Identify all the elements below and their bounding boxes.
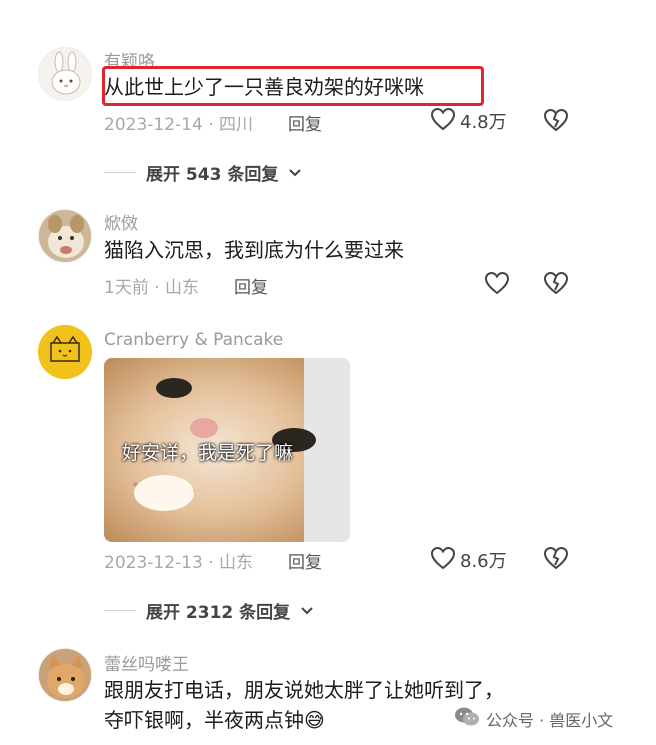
- watermark: 公众号 · 兽医小文: [454, 706, 613, 732]
- image-caption: 好安详，我是死了嘛: [122, 442, 294, 464]
- username[interactable]: 焮傚: [104, 209, 138, 234]
- like-button[interactable]: [484, 271, 510, 299]
- wechat-icon: [454, 706, 480, 732]
- comment-text: 从此世上少了一只善良劝架的好咪咪: [104, 75, 424, 99]
- expand-replies[interactable]: 展开 543 条回复: [104, 160, 302, 185]
- reply-button[interactable]: 回复: [234, 273, 268, 298]
- heart-icon: [430, 107, 456, 135]
- broken-heart-icon: [543, 108, 569, 136]
- expand-label: 展开 543 条回复: [146, 165, 279, 185]
- dislike-button[interactable]: [543, 108, 569, 136]
- broken-heart-icon: [543, 271, 569, 299]
- comment-text-line1: 跟朋友打电话，朋友说她太胖了让她听到了，: [104, 678, 504, 702]
- heart-icon: [484, 271, 510, 299]
- username[interactable]: Cranberry & Pancake: [104, 330, 283, 350]
- reply-button[interactable]: 回复: [288, 110, 322, 135]
- avatar[interactable]: [38, 209, 92, 263]
- date-location: 2023-12-14 · 四川: [104, 115, 254, 135]
- like-count: 8.6万: [460, 551, 507, 572]
- expand-label: 展开 2312 条回复: [146, 603, 291, 623]
- divider: [104, 610, 136, 611]
- like-button[interactable]: 4.8万: [430, 107, 507, 135]
- avatar[interactable]: [38, 648, 92, 702]
- reply-button[interactable]: 回复: [288, 548, 322, 573]
- dislike-button[interactable]: [543, 546, 569, 574]
- date-location: 1天前 · 山东: [104, 278, 200, 298]
- username[interactable]: 蕾丝吗喽王: [104, 650, 189, 675]
- avatar[interactable]: [38, 325, 92, 379]
- chevron-down-icon: [300, 601, 314, 620]
- avatar[interactable]: [38, 47, 92, 101]
- date-location: 2023-12-13 · 山东: [104, 553, 254, 573]
- like-count: 4.8万: [460, 112, 507, 133]
- emoji: 😅: [304, 708, 325, 732]
- chevron-down-icon: [288, 163, 302, 182]
- comment-text-line2: 夺吓银啊，半夜两点钟😅: [104, 705, 325, 735]
- comment-text-line2-text: 夺吓银啊，半夜两点钟: [104, 708, 304, 732]
- watermark-text: 公众号 · 兽医小文: [486, 711, 614, 730]
- dislike-button[interactable]: [543, 271, 569, 299]
- divider: [104, 172, 136, 173]
- like-button[interactable]: 8.6万: [430, 546, 507, 574]
- broken-heart-icon: [543, 546, 569, 574]
- comment-text: 猫陷入沉思，我到底为什么要过来: [104, 238, 404, 262]
- expand-replies[interactable]: 展开 2312 条回复: [104, 598, 314, 623]
- heart-icon: [430, 546, 456, 574]
- reply-image[interactable]: 好安详，我是死了嘛: [104, 358, 350, 542]
